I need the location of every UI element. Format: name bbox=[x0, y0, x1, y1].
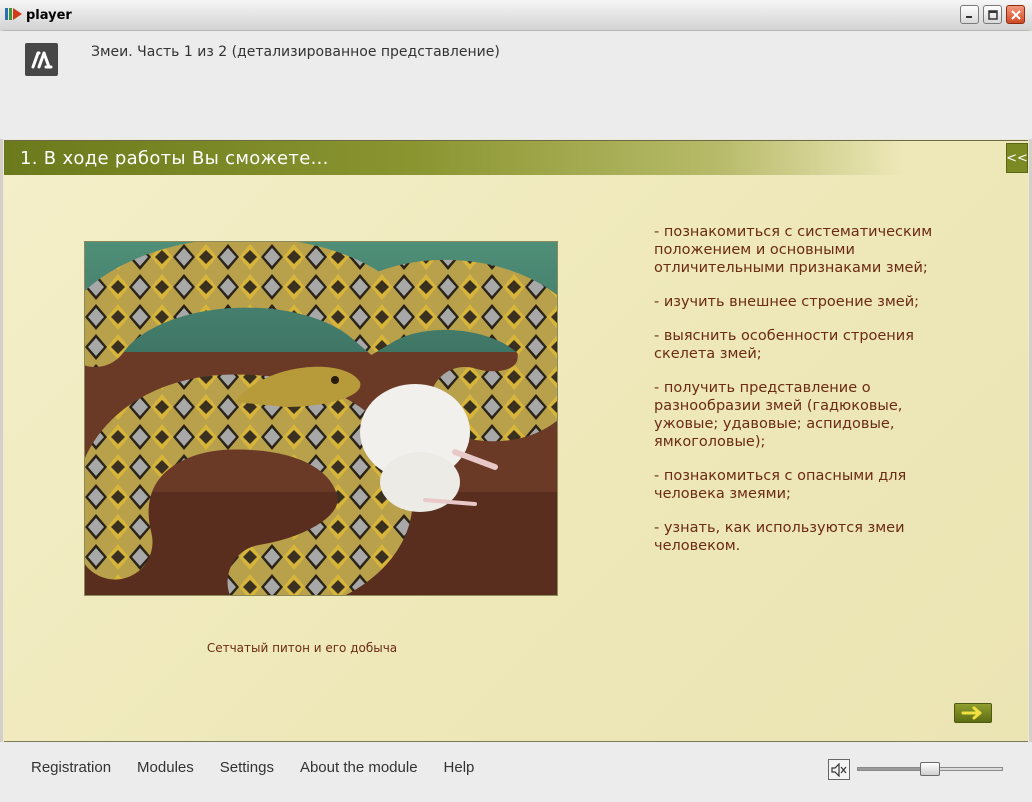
arrow-right-icon bbox=[961, 706, 982, 720]
logo-icon bbox=[31, 51, 52, 68]
footer-menu: Registration Modules Settings About the … bbox=[31, 759, 500, 776]
course-header: Змеи. Часть 1 из 2 (детализированное пре… bbox=[0, 31, 1032, 139]
goal-item: - познакомиться с опасными для человека … bbox=[654, 468, 907, 502]
lesson-content: 1. В ходе работы Вы сможете... << Сетчат… bbox=[4, 140, 1028, 742]
app-icon bbox=[5, 8, 22, 20]
window-titlebar: player bbox=[0, 0, 1032, 31]
player-footer: Registration Modules Settings About the … bbox=[0, 742, 1032, 802]
close-button[interactable] bbox=[1006, 5, 1025, 24]
section-header-bar: 1. В ходе работы Вы сможете... bbox=[4, 141, 1028, 175]
course-logo bbox=[25, 43, 58, 76]
menu-about-module[interactable]: About the module bbox=[300, 759, 418, 776]
goal-item: - познакомиться с систематическим положе… bbox=[654, 224, 933, 276]
mute-button[interactable] bbox=[828, 759, 850, 780]
goal-item: - выяснить особенности строения скелета … bbox=[654, 328, 914, 362]
window-title: player bbox=[26, 8, 72, 23]
menu-modules[interactable]: Modules bbox=[137, 759, 194, 776]
learning-goals-list: - познакомиться с систематическим положе… bbox=[654, 223, 954, 571]
menu-settings[interactable]: Settings bbox=[220, 759, 274, 776]
photo-caption: Сетчатый питон и его добыча bbox=[206, 641, 398, 655]
volume-slider-thumb[interactable] bbox=[920, 762, 940, 776]
collapse-panel-button[interactable]: << bbox=[1006, 143, 1028, 173]
speaker-muted-icon bbox=[831, 762, 847, 777]
section-title: 1. В ходе работы Вы сможете... bbox=[20, 148, 329, 169]
minimize-button[interactable] bbox=[960, 5, 979, 24]
goal-item: - узнать, как используются змеи человеко… bbox=[654, 520, 905, 554]
minimize-icon bbox=[966, 16, 972, 18]
python-photo bbox=[84, 241, 558, 596]
snake-image bbox=[85, 242, 557, 595]
close-icon bbox=[1010, 9, 1021, 20]
menu-registration[interactable]: Registration bbox=[31, 759, 111, 776]
goal-item: - получить представление о разнообразии … bbox=[654, 380, 903, 450]
next-page-button[interactable] bbox=[954, 703, 992, 723]
goal-item: - изучить внешнее строение змей; bbox=[654, 294, 920, 310]
menu-help[interactable]: Help bbox=[444, 759, 475, 776]
course-title: Змеи. Часть 1 из 2 (детализированное пре… bbox=[91, 44, 500, 60]
maximize-icon bbox=[987, 9, 998, 20]
window-left-edge bbox=[0, 30, 3, 802]
maximize-button[interactable] bbox=[983, 5, 1002, 24]
